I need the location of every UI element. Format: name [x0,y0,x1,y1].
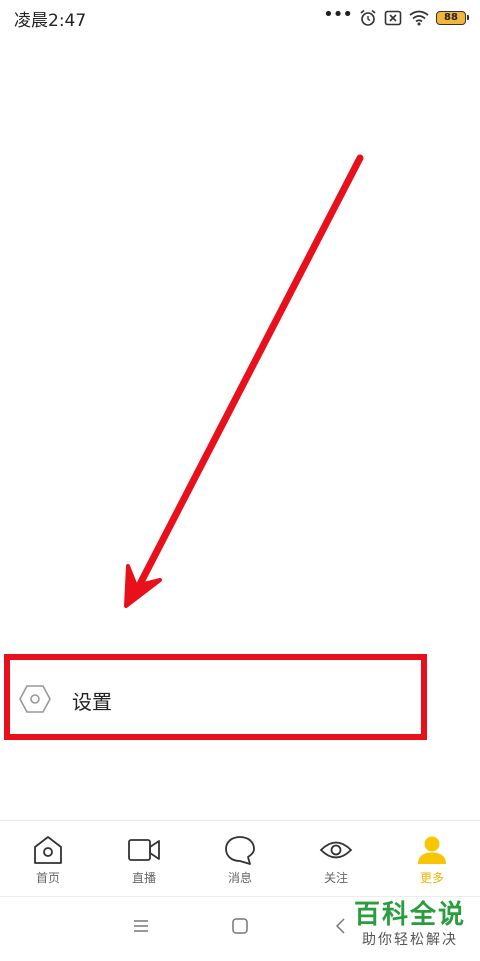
settings-label: 设置 [72,690,112,714]
nav-messages[interactable]: 消息 [192,821,288,897]
watermark-subtitle: 助你轻松解决 [361,932,458,948]
menu-icon[interactable] [132,917,150,935]
annotation-arrow [124,154,364,608]
nav-live[interactable]: 直播 [96,821,192,897]
home-square-icon[interactable] [231,917,249,935]
nav-live-label: 直播 [131,871,156,885]
eye-icon [319,841,353,859]
chat-bubble-icon [225,836,255,865]
bottom-nav: 首页 直播 消息 关注 更多 [0,820,480,897]
nav-messages-label: 消息 [227,871,252,885]
watermark: 百科全说 助你轻松解决 [354,900,466,950]
nav-more-label: 更多 [419,871,444,885]
nav-home[interactable]: 首页 [0,821,96,897]
back-icon[interactable] [332,917,350,935]
hexagon-settings-icon [19,685,51,713]
watermark-title: 百科全说 [353,900,466,930]
settings-row[interactable]: 设置 [0,662,480,736]
user-icon [418,836,446,864]
nav-follow-label: 关注 [323,871,348,885]
video-camera-icon [128,839,160,861]
nav-follow[interactable]: 关注 [288,821,384,897]
nav-home-label: 首页 [35,871,60,885]
nav-more[interactable]: 更多 [384,821,480,897]
home-icon [34,836,62,864]
